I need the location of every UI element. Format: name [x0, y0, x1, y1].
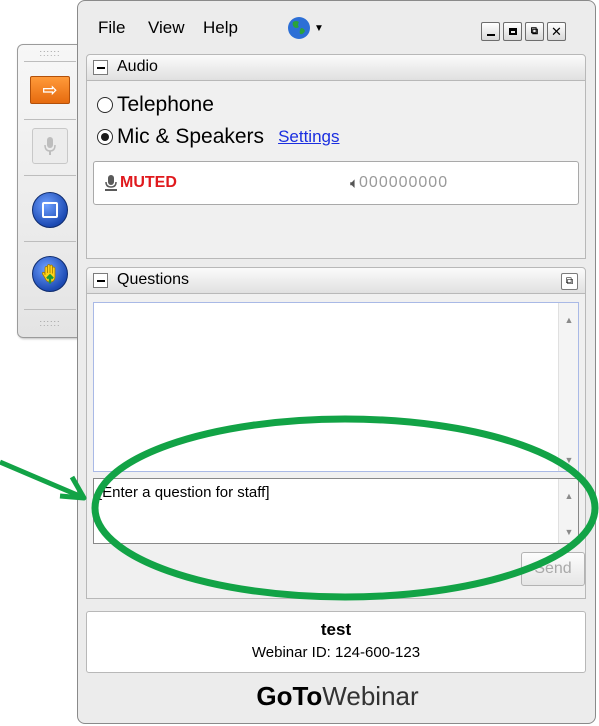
brand-goto: GoTo [256, 681, 323, 711]
send-button[interactable]: Send [521, 552, 585, 586]
questions-collapse-button[interactable] [93, 273, 108, 288]
microphone-icon [32, 128, 68, 164]
speaker-level-readout: 000000000 [359, 174, 449, 191]
mic-speakers-label: Mic & Speakers [117, 125, 265, 148]
microphone-muted-icon [105, 175, 117, 191]
divider [24, 241, 76, 242]
globe-icon [288, 17, 310, 39]
mic-speakers-option[interactable]: Mic & Speakers Settings [97, 125, 340, 149]
audio-collapse-button[interactable] [93, 60, 108, 75]
annotation-arrow-shaft [0, 459, 83, 500]
show-panel-arrow-icon: ⇨ [30, 76, 70, 104]
brand-webinar: Webinar [322, 681, 419, 711]
menu-file[interactable]: File [98, 18, 125, 38]
question-input[interactable]: [Enter a question for staff] ▲ ▼ [93, 478, 579, 544]
chevron-down-icon: ▼ [314, 22, 324, 34]
minimize-button[interactable] [481, 22, 500, 41]
webinar-title: test [320, 620, 352, 639]
audio-panel-body: Telephone Mic & Speakers Settings MUTED … [86, 81, 586, 259]
floating-toolbar: :::::: ⇨ :::::: [17, 44, 83, 338]
language-menu[interactable]: ▼ [287, 15, 327, 41]
mute-toggle[interactable]: MUTED [104, 174, 177, 192]
telephone-option[interactable]: Telephone [97, 93, 214, 117]
scroll-up-icon[interactable]: ▲ [559, 313, 579, 327]
menu-bar: File View Help ▼ ⧉ ✕ [78, 1, 595, 43]
questions-panel-title: Questions [117, 271, 190, 288]
menu-help[interactable]: Help [203, 18, 238, 38]
brand-logo: GoToWebinar [78, 681, 597, 712]
webinar-id: Webinar ID: 124-600-123 [251, 644, 421, 661]
audio-panel-header: Audio [86, 54, 586, 81]
divider [24, 119, 76, 120]
question-input-scrollbar[interactable]: ▲ ▼ [558, 479, 578, 543]
menu-view[interactable]: View [148, 18, 185, 38]
mic-speakers-radio[interactable] [97, 129, 113, 145]
questions-panel-header: Questions ⧉ [86, 267, 586, 294]
questions-panel-body: ▲ ▼ [Enter a question for staff] ▲ ▼ Sen… [86, 294, 586, 599]
speaker-icon: 🔈︎ [350, 174, 360, 192]
muted-status: MUTED [120, 174, 177, 191]
maximize-button[interactable] [503, 22, 522, 41]
telephone-label: Telephone [117, 93, 214, 116]
audio-status-box: MUTED 🔈︎ 000000000 [93, 161, 579, 205]
questions-log-scrollbar[interactable]: ▲ ▼ [558, 303, 578, 471]
audio-settings-link[interactable]: Settings [278, 127, 339, 147]
questions-log[interactable]: ▲ ▼ [93, 302, 579, 472]
divider [24, 309, 76, 310]
microphone-button[interactable] [28, 128, 72, 164]
gotowebinar-control-panel: File View Help ▼ ⧉ ✕ Audio Telephone Mic… [77, 0, 596, 724]
screen-share-button[interactable] [28, 192, 72, 228]
scroll-up-icon[interactable]: ▲ [559, 489, 579, 503]
question-input-text: [Enter a question for staff] [98, 484, 270, 501]
webinar-info: test Webinar ID: 124-600-123 [86, 611, 586, 673]
telephone-radio[interactable] [97, 97, 113, 113]
toolbar-grip-top[interactable]: :::::: [18, 47, 82, 59]
popout-icon[interactable]: ⧉ [561, 273, 578, 290]
divider [24, 61, 76, 62]
audio-panel-title: Audio [117, 58, 158, 75]
show-panel-button[interactable]: ⇨ [28, 73, 72, 107]
raise-hand-button[interactable] [28, 256, 72, 292]
screen-share-icon [32, 192, 68, 228]
restore-button[interactable]: ⧉ [525, 22, 544, 41]
raise-hand-icon [32, 256, 68, 292]
speaker-level: 🔈︎ 000000000 [350, 174, 448, 192]
close-button[interactable]: ✕ [547, 22, 566, 41]
divider [24, 175, 76, 176]
scroll-down-icon[interactable]: ▼ [559, 525, 579, 539]
toolbar-grip-bottom[interactable]: :::::: [18, 317, 82, 329]
scroll-down-icon[interactable]: ▼ [559, 453, 579, 467]
